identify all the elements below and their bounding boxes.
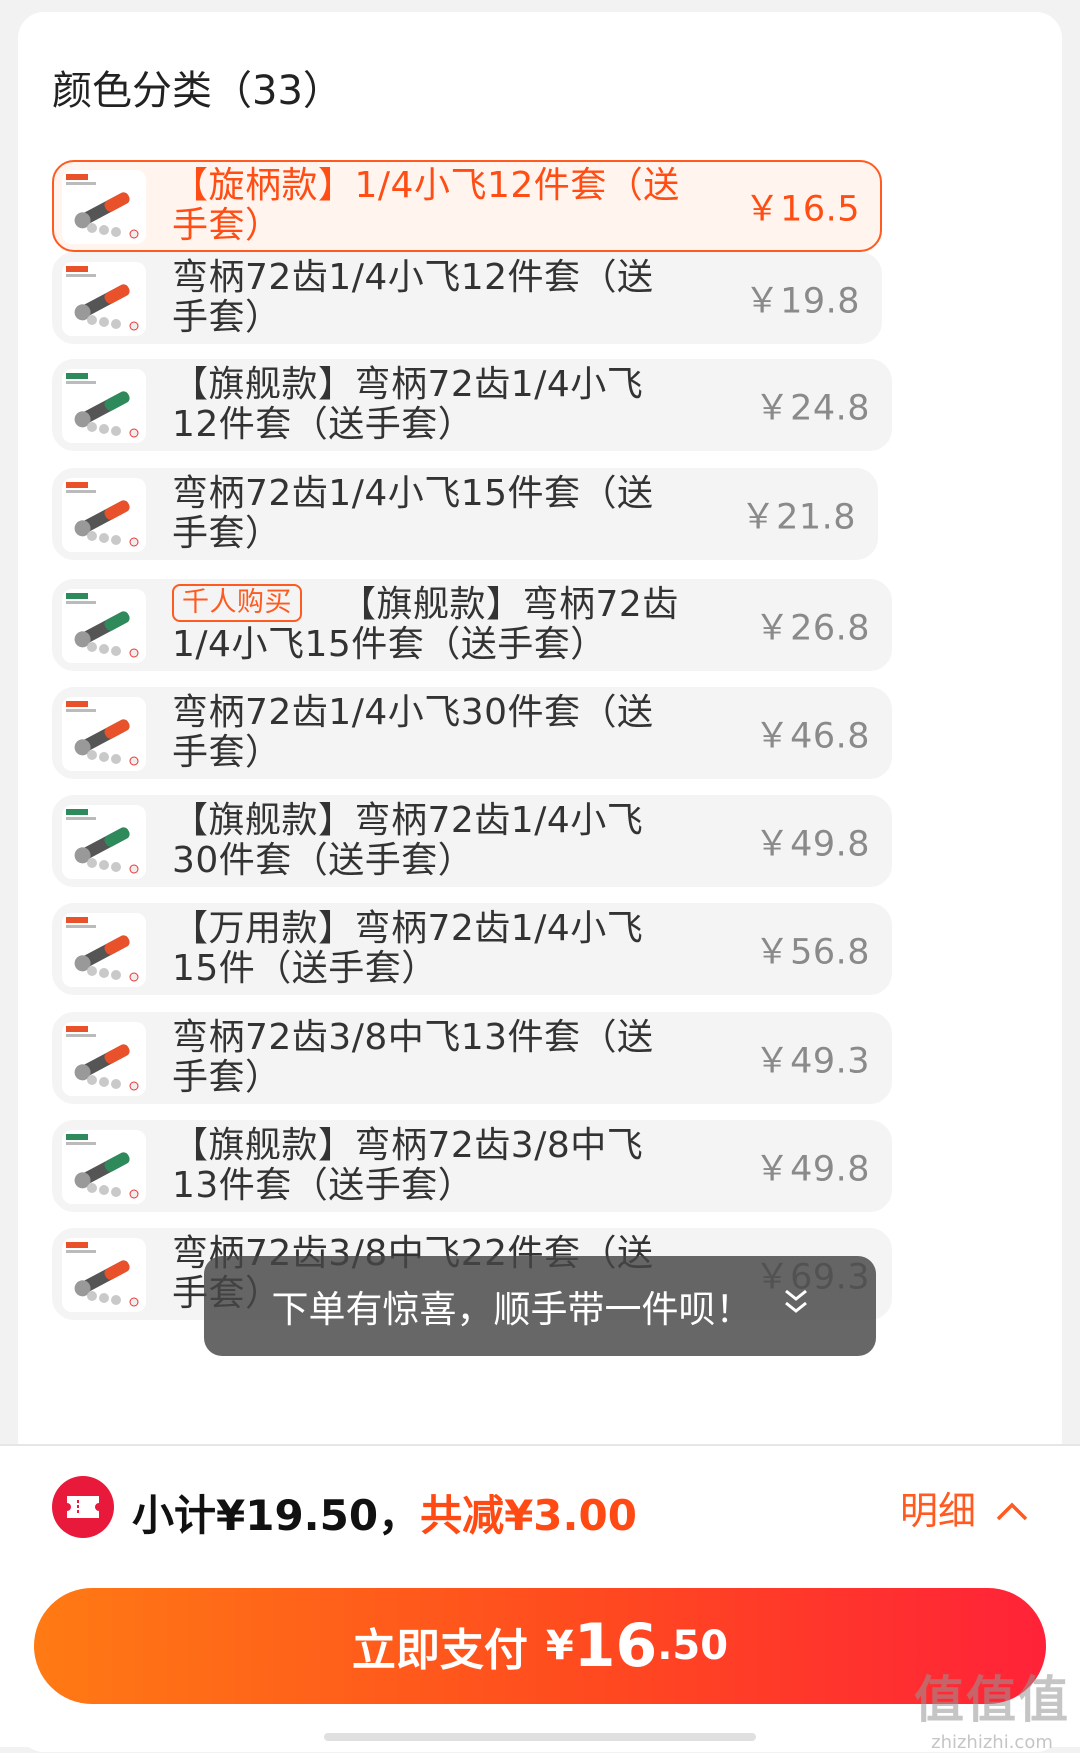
option-thumbnail	[62, 478, 146, 552]
option-thumbnail	[62, 805, 146, 879]
watermark-logo: 值值值 zhizhizhi.com	[914, 1660, 1070, 1753]
coupon-ticket-icon	[52, 1476, 114, 1538]
chevron-double-down-icon[interactable]	[783, 1287, 809, 1325]
option-name-text: 弯柄72齿1/4小飞12件套（送手套）	[172, 257, 654, 338]
option-name: 【旋柄款】1/4小飞12件套（送手套）	[172, 166, 680, 246]
sku-option[interactable]: 弯柄72齿1/4小飞15件套（送手套） ￥21.8	[52, 468, 878, 560]
sku-option[interactable]: 千人购买 【旗舰款】弯柄72齿1/4小飞15件套（送手套） ￥26.8	[52, 579, 892, 671]
option-badge: 千人购买	[172, 584, 302, 622]
pay-now-button[interactable]: 立即支付 ¥ 16 .50	[34, 1588, 1046, 1704]
option-name: 【万用款】弯柄72齿1/4小飞15件（送手套）	[172, 909, 690, 989]
chevron-up-icon	[996, 1486, 1028, 1530]
option-name: 弯柄72齿1/4小飞30件套（送手套）	[172, 693, 690, 773]
option-price: ￥46.8	[754, 716, 870, 757]
option-price: ￥21.8	[740, 497, 856, 538]
sku-option[interactable]: 【旗舰款】弯柄72齿1/4小飞30件套（送手套） ￥49.8	[52, 795, 892, 887]
option-name: 【旗舰款】弯柄72齿3/8中飞13件套（送手套）	[172, 1126, 690, 1206]
option-name: 【旗舰款】弯柄72齿1/4小飞30件套（送手套）	[172, 801, 690, 881]
option-price: ￥49.3	[754, 1041, 870, 1082]
option-price: ￥19.8	[744, 281, 860, 322]
promo-toast[interactable]: 下单有惊喜，顺手带一件呗！	[204, 1256, 876, 1356]
option-name: 【旗舰款】弯柄72齿1/4小飞12件套（送手套）	[172, 365, 690, 445]
option-thumbnail	[62, 369, 146, 443]
option-name-text: 【旗舰款】弯柄72齿3/8中飞13件套（送手套）	[172, 1125, 644, 1206]
detail-toggle[interactable]: 明细	[900, 1480, 1028, 1535]
option-price: ￥24.8	[754, 388, 870, 429]
option-thumbnail	[62, 589, 146, 663]
pay-amount-dec: .50	[657, 1623, 729, 1669]
option-name-text: 弯柄72齿1/4小飞15件套（送手套）	[172, 473, 654, 554]
option-price: ￥16.5	[744, 189, 860, 230]
home-indicator	[324, 1733, 756, 1741]
option-thumbnail	[62, 1022, 146, 1096]
option-price: ￥49.8	[754, 824, 870, 865]
subtotal-text: 小计¥19.50，	[132, 1491, 421, 1540]
option-name-text: 【旋柄款】1/4小飞12件套（送手套）	[172, 165, 680, 246]
option-price: ￥49.8	[754, 1149, 870, 1190]
sku-option-list[interactable]: 【旋柄款】1/4小飞12件套（送手套） ￥16.5 弯柄72齿1/4小飞12件套（送…	[52, 160, 992, 1444]
option-price: ￥26.8	[754, 608, 870, 649]
section-title-text: 颜色分类（33）	[52, 68, 343, 114]
sku-option[interactable]: 弯柄72齿3/8中飞13件套（送手套） ￥49.3	[52, 1012, 892, 1104]
toast-text: 下单有惊喜，顺手带一件呗！	[271, 1288, 753, 1331]
option-thumbnail	[62, 262, 146, 336]
pay-amount-int: 16	[573, 1611, 658, 1681]
option-name-text: 【万用款】弯柄72齿1/4小飞15件（送手套）	[172, 908, 644, 989]
option-name: 千人购买 【旗舰款】弯柄72齿1/4小飞15件套（送手套）	[172, 584, 690, 665]
sku-option[interactable]: 【旗舰款】弯柄72齿1/4小飞12件套（送手套） ￥24.8	[52, 359, 892, 451]
discount-text: 共减¥3.00	[420, 1491, 637, 1540]
option-thumbnail	[62, 1238, 146, 1312]
sku-option[interactable]: 【旋柄款】1/4小飞12件套（送手套） ￥16.5	[52, 160, 882, 252]
sku-option[interactable]: 弯柄72齿1/4小飞12件套（送手套） ￥19.8	[52, 252, 882, 344]
sku-option[interactable]: 【旗舰款】弯柄72齿3/8中飞13件套（送手套） ￥49.8	[52, 1120, 892, 1212]
subtotal-summary: 小计¥19.50，共减¥3.00	[132, 1482, 637, 1543]
option-name-text: 弯柄72齿1/4小飞30件套（送手套）	[172, 692, 654, 773]
section-title: 颜色分类（33）	[52, 58, 343, 116]
option-price: ￥56.8	[754, 932, 870, 973]
option-thumbnail	[62, 170, 146, 244]
pay-currency: ¥	[545, 1623, 574, 1669]
option-name-text: 【旗舰款】弯柄72齿1/4小飞12件套（送手套）	[172, 364, 644, 445]
watermark-logo-text: 值值值	[914, 1671, 1070, 1729]
option-thumbnail	[62, 697, 146, 771]
watermark-url: zhizhizhi.com	[931, 1732, 1053, 1753]
sku-option[interactable]: 【万用款】弯柄72齿1/4小飞15件（送手套） ￥56.8	[52, 903, 892, 995]
pay-label: 立即支付	[351, 1625, 528, 1676]
option-thumbnail	[62, 913, 146, 987]
option-name: 弯柄72齿1/4小飞15件套（送手套）	[172, 474, 676, 554]
option-name-text: 弯柄72齿3/8中飞13件套（送手套）	[172, 1017, 654, 1098]
option-thumbnail	[62, 1130, 146, 1204]
option-name-text: 【旗舰款】弯柄72齿1/4小飞30件套（送手套）	[172, 800, 644, 881]
sku-option[interactable]: 弯柄72齿1/4小飞30件套（送手套） ￥46.8	[52, 687, 892, 779]
option-name: 弯柄72齿1/4小飞12件套（送手套）	[172, 258, 680, 338]
option-name: 弯柄72齿3/8中飞13件套（送手套）	[172, 1018, 690, 1098]
detail-label: 明细	[899, 1489, 976, 1533]
